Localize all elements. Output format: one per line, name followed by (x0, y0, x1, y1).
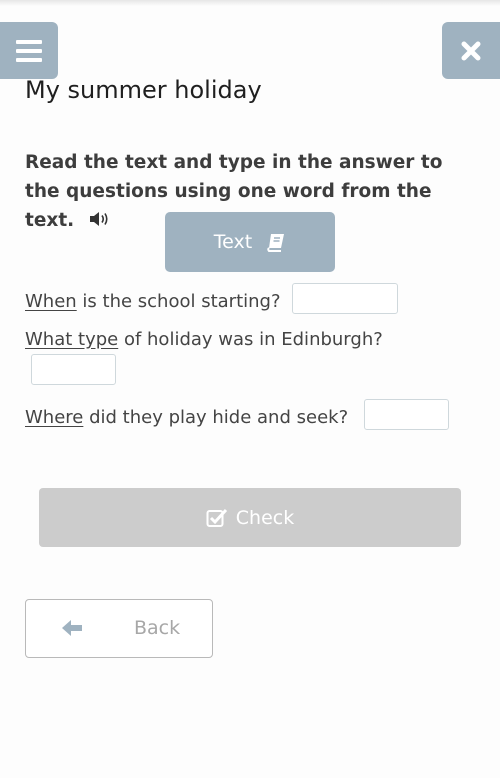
answer-input-2[interactable] (31, 354, 116, 385)
check-button-label: Check (235, 506, 295, 529)
question-keyword: What type (25, 329, 119, 350)
question-text: of holiday was in Edinburgh? (118, 329, 383, 350)
speaker-icon[interactable] (89, 207, 111, 236)
close-icon (461, 41, 481, 60)
menu-button[interactable] (0, 22, 58, 79)
answer-input-1[interactable] (292, 283, 398, 314)
book-icon (267, 234, 285, 252)
close-button[interactable] (442, 22, 500, 79)
question-3: Where did they play hide and seek? (25, 407, 348, 428)
top-shadow (0, 0, 500, 6)
checkbox-icon (206, 508, 227, 527)
question-text: is the school starting? (76, 291, 281, 312)
question-1: When is the school starting? (25, 291, 281, 312)
page-title: My summer holiday (25, 76, 262, 104)
hamburger-icon (16, 39, 42, 62)
answer-input-3[interactable] (364, 399, 449, 430)
check-button[interactable]: Check (39, 488, 461, 547)
question-text: did they play hide and seek? (83, 407, 349, 428)
question-2: What type of holiday was in Edinburgh? (25, 329, 383, 350)
text-button-label: Text (213, 231, 253, 253)
arrow-left-icon (62, 620, 82, 636)
text-button[interactable]: Text (165, 212, 335, 272)
question-keyword: When (25, 291, 77, 312)
question-keyword: Where (25, 407, 84, 428)
back-button[interactable]: Back (25, 599, 213, 658)
back-button-label: Back (134, 617, 181, 639)
